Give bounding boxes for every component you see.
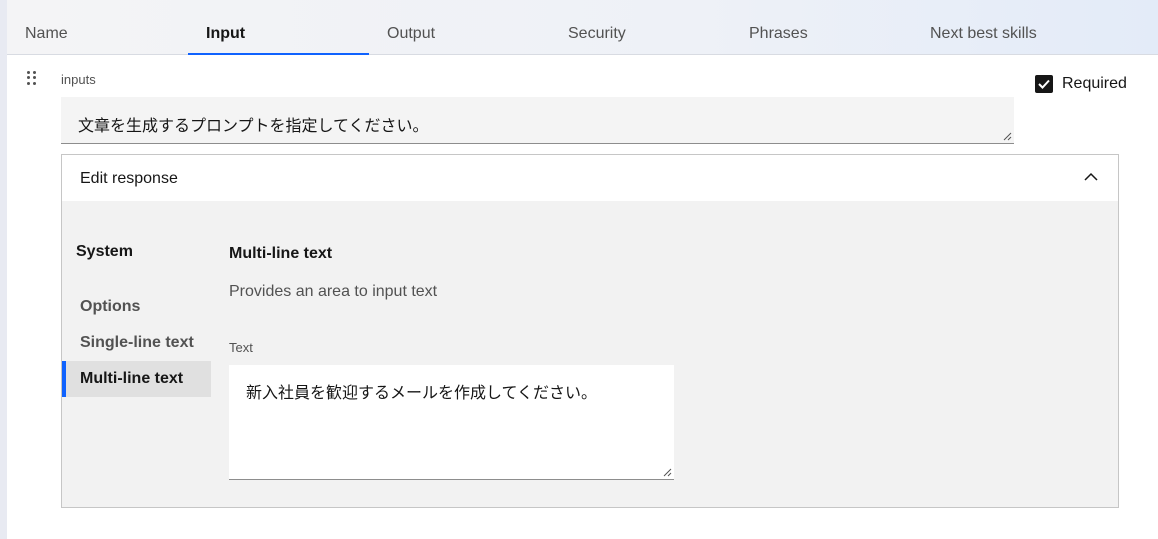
sidebar-item-options[interactable]: Options <box>62 289 211 325</box>
tab-name[interactable]: Name <box>7 0 188 55</box>
inputs-textarea[interactable]: 文章を生成するプロンプトを指定してください。 <box>61 97 1014 144</box>
detail-title: Multi-line text <box>229 245 333 262</box>
sidebar-item-multi-line-text[interactable]: Multi-line text <box>62 361 211 397</box>
sidebar-item-single-line-text[interactable]: Single-line text <box>62 325 211 361</box>
edit-response-accordion: Edit response System Options Single-line… <box>61 154 1119 508</box>
resize-grip-icon[interactable] <box>663 468 672 477</box>
tab-bar: Name Input Output Security Phrases Next … <box>7 0 1158 55</box>
input-panel: inputs Required 文章を生成するプロンプトを指定してください。 E… <box>7 55 1158 539</box>
edit-response-header[interactable]: Edit response <box>62 155 1118 201</box>
required-checkbox[interactable] <box>1035 75 1053 93</box>
text-field-label: Text <box>229 340 253 355</box>
edit-response-title: Edit response <box>80 170 178 187</box>
sidebar-title: System <box>76 243 133 260</box>
edit-response-body: System Options Single-line text Multi-li… <box>62 201 1118 507</box>
tab-phrases[interactable]: Phrases <box>731 0 912 55</box>
inputs-label: inputs <box>61 72 96 87</box>
tab-output[interactable]: Output <box>369 0 550 55</box>
text-textarea[interactable]: 新入社員を歓迎するメールを作成してください。 <box>229 365 674 480</box>
drag-handle-icon[interactable] <box>27 71 39 85</box>
required-label: Required <box>1062 75 1127 92</box>
chevron-up-icon[interactable] <box>1084 172 1098 182</box>
detail-description: Provides an area to input text <box>229 283 438 300</box>
required-checkbox-group[interactable]: Required <box>1035 74 1127 94</box>
checkmark-icon <box>1038 79 1050 89</box>
tab-input[interactable]: Input <box>188 0 369 55</box>
tab-security[interactable]: Security <box>550 0 731 55</box>
text-textarea-value: 新入社員を歓迎するメールを作成してください。 <box>246 385 598 402</box>
left-rail <box>0 0 7 539</box>
tab-next-best-skills[interactable]: Next best skills <box>912 0 1093 55</box>
inputs-textarea-value: 文章を生成するプロンプトを指定してください。 <box>78 118 429 135</box>
resize-grip-icon[interactable] <box>1003 132 1012 141</box>
